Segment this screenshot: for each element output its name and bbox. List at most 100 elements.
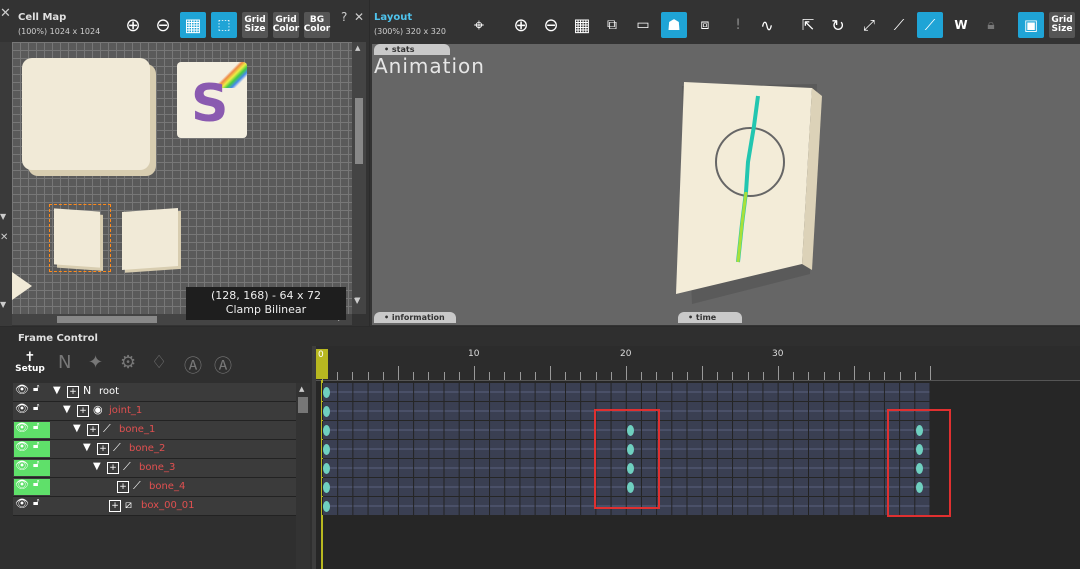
expand-icon[interactable]: + xyxy=(87,424,99,436)
grid-color-button[interactable]: Grid Color xyxy=(273,12,299,38)
eye-icon[interactable]: 👁︎ xyxy=(15,478,29,491)
add-bone-icon[interactable]: ♢ xyxy=(151,352,167,373)
scrollbar-thumb[interactable] xyxy=(57,316,157,323)
layers-icon[interactable]: ⧈ xyxy=(692,12,718,38)
bone-tool-icon[interactable]: ⟋ xyxy=(886,12,912,38)
scrollbar-thumb[interactable] xyxy=(355,98,363,164)
information-tab[interactable]: • information xyxy=(374,312,456,323)
timeline[interactable]: 10 20 30 0 xyxy=(316,346,1080,569)
keyframe-marker[interactable] xyxy=(323,482,330,493)
zoom-in-icon[interactable]: ⊕ xyxy=(120,12,146,38)
chevron-down-icon[interactable]: ▼ xyxy=(0,212,6,221)
node-label[interactable]: bone_1 xyxy=(119,424,155,435)
eye-icon[interactable]: 👁︎ xyxy=(15,402,29,415)
keyframe-marker[interactable] xyxy=(323,406,330,417)
node-label[interactable]: bone_3 xyxy=(139,462,175,473)
keyframe-marker[interactable] xyxy=(323,444,330,455)
zoom-out-icon[interactable]: ⊖ xyxy=(538,12,564,38)
tree-row[interactable]: 👁︎ 🔓︎ ▼ + ⟋ bone_3 xyxy=(13,459,310,478)
auto-rotate-icon[interactable]: Ⓐ xyxy=(214,352,232,378)
tree-row[interactable]: 👁︎ 🔓︎ ▼ + Nroot xyxy=(13,383,310,402)
node-label[interactable]: root xyxy=(99,386,119,397)
view-icon[interactable]: ▣ xyxy=(1018,12,1044,38)
rotate-icon[interactable]: ↻ xyxy=(825,12,851,38)
node-label[interactable]: joint_1 xyxy=(109,405,142,416)
expand-icon[interactable]: + xyxy=(77,405,89,417)
weight-icon[interactable]: W xyxy=(948,12,974,38)
warning-icon[interactable]: ! xyxy=(725,12,751,38)
chevron-down-icon[interactable]: ▼ xyxy=(63,404,71,415)
tree-row[interactable]: 👁︎ 🔓︎ + ⟋ bone_4 xyxy=(13,478,310,497)
bone-visible-icon[interactable]: ⟋ xyxy=(917,12,943,38)
expand-icon[interactable]: + xyxy=(107,462,119,474)
tree-scrollbar[interactable]: ▲ xyxy=(296,383,310,569)
eye-icon[interactable]: 👁︎ xyxy=(15,497,29,510)
add-null-icon[interactable]: N xyxy=(58,352,71,373)
chevron-down-icon[interactable]: ▼ xyxy=(354,296,360,305)
expand-icon[interactable]: + xyxy=(117,481,129,493)
tree-row[interactable]: 👁︎ 🔓︎ ▼ + ⟋ bone_2 xyxy=(13,440,310,459)
chevron-down-icon[interactable]: ▼ xyxy=(73,423,81,434)
curve-icon[interactable]: ∿ xyxy=(754,12,780,38)
lock-icon[interactable]: 🔓︎ xyxy=(33,497,39,508)
grid-size-button[interactable]: Grid Size xyxy=(242,12,268,38)
setup-button[interactable]: ✝ Setup xyxy=(15,351,45,377)
add-star-icon[interactable]: ✦ xyxy=(88,352,103,373)
lock-icon[interactable]: 🔓︎ xyxy=(33,421,39,432)
chevron-up-icon[interactable]: ▲ xyxy=(299,385,304,393)
close-icon[interactable]: ✕ xyxy=(0,232,8,243)
help-icon[interactable]: ? xyxy=(341,10,347,24)
lock-icon[interactable]: 🔒︎ xyxy=(978,12,1004,38)
lock-icon[interactable]: 🔓︎ xyxy=(33,440,39,451)
crop-icon[interactable]: ⧉ xyxy=(599,12,625,38)
scale-icon[interactable]: ⤢ xyxy=(856,12,882,38)
tree-row[interactable]: 👁︎ 🔓︎ ▼ + ⟋ bone_1 xyxy=(13,421,310,440)
time-tab[interactable]: • time xyxy=(678,312,742,323)
cell-small-box-2[interactable] xyxy=(122,208,178,270)
move-icon[interactable]: ⇱ xyxy=(795,12,821,38)
playhead-marker[interactable]: 0 xyxy=(316,349,328,379)
expand-icon[interactable]: + xyxy=(67,386,79,398)
zoom-in-icon[interactable]: ⊕ xyxy=(508,12,534,38)
vertical-scrollbar[interactable]: ▲ ▼ xyxy=(352,42,366,314)
lock-icon[interactable]: 🔓︎ xyxy=(33,402,39,413)
chevron-down-icon[interactable]: ▼ xyxy=(0,300,6,309)
grid-icon[interactable]: ▦ xyxy=(569,12,595,38)
cell-small-box-1[interactable] xyxy=(54,208,100,268)
tree-row[interactable]: 👁︎ 🔓︎ + ⧄ box_00_01 xyxy=(13,497,310,516)
keyframe-marker[interactable] xyxy=(323,425,330,436)
chevron-down-icon[interactable]: ▼ xyxy=(53,385,61,396)
figure-icon[interactable]: ☗ xyxy=(661,12,687,38)
add-joint-icon[interactable]: ⚙︎ xyxy=(120,352,136,373)
eye-icon[interactable]: 👁︎ xyxy=(15,459,29,472)
crosshair-icon[interactable]: ⌖ xyxy=(466,12,492,38)
expand-icon[interactable]: + xyxy=(109,500,121,512)
eye-icon[interactable]: 👁︎ xyxy=(15,383,29,396)
keyframe-marker[interactable] xyxy=(323,387,330,398)
keyframe-marker[interactable] xyxy=(323,501,330,512)
timeline-ruler[interactable] xyxy=(316,346,1080,381)
eye-icon[interactable]: 👁︎ xyxy=(15,421,29,434)
select-tool-icon[interactable]: ⬚ xyxy=(211,12,237,38)
keyframe-marker[interactable] xyxy=(323,463,330,474)
lock-icon[interactable]: 🔓︎ xyxy=(33,383,39,394)
chevron-up-icon[interactable]: ▲ xyxy=(355,44,360,52)
layout-viewport[interactable]: • stats Animation • information • time xyxy=(372,44,1080,325)
lock-icon[interactable]: 🔓︎ xyxy=(33,459,39,470)
chevron-down-icon[interactable]: ▼ xyxy=(83,442,91,453)
lock-icon[interactable]: 🔓︎ xyxy=(33,478,39,489)
eye-icon[interactable]: 👁︎ xyxy=(15,440,29,453)
cell-map-canvas[interactable]: S xyxy=(12,42,352,314)
grid-size-button[interactable]: Grid Size xyxy=(1049,12,1075,38)
grid-icon[interactable]: ▦ xyxy=(180,12,206,38)
node-label[interactable]: box_00_01 xyxy=(141,500,195,511)
expand-icon[interactable]: + xyxy=(97,443,109,455)
chevron-down-icon[interactable]: ▼ xyxy=(93,461,101,472)
frame-icon[interactable]: ▭ xyxy=(630,12,656,38)
scrollbar-thumb[interactable] xyxy=(298,397,308,413)
zoom-out-icon[interactable]: ⊖ xyxy=(150,12,176,38)
bg-color-button[interactable]: BG Color xyxy=(304,12,330,38)
close-icon[interactable]: ✕ xyxy=(0,6,11,21)
node-label[interactable]: bone_4 xyxy=(149,481,185,492)
tree-row[interactable]: 👁︎ 🔓︎ ▼ + ◉ joint_1 xyxy=(13,402,310,421)
